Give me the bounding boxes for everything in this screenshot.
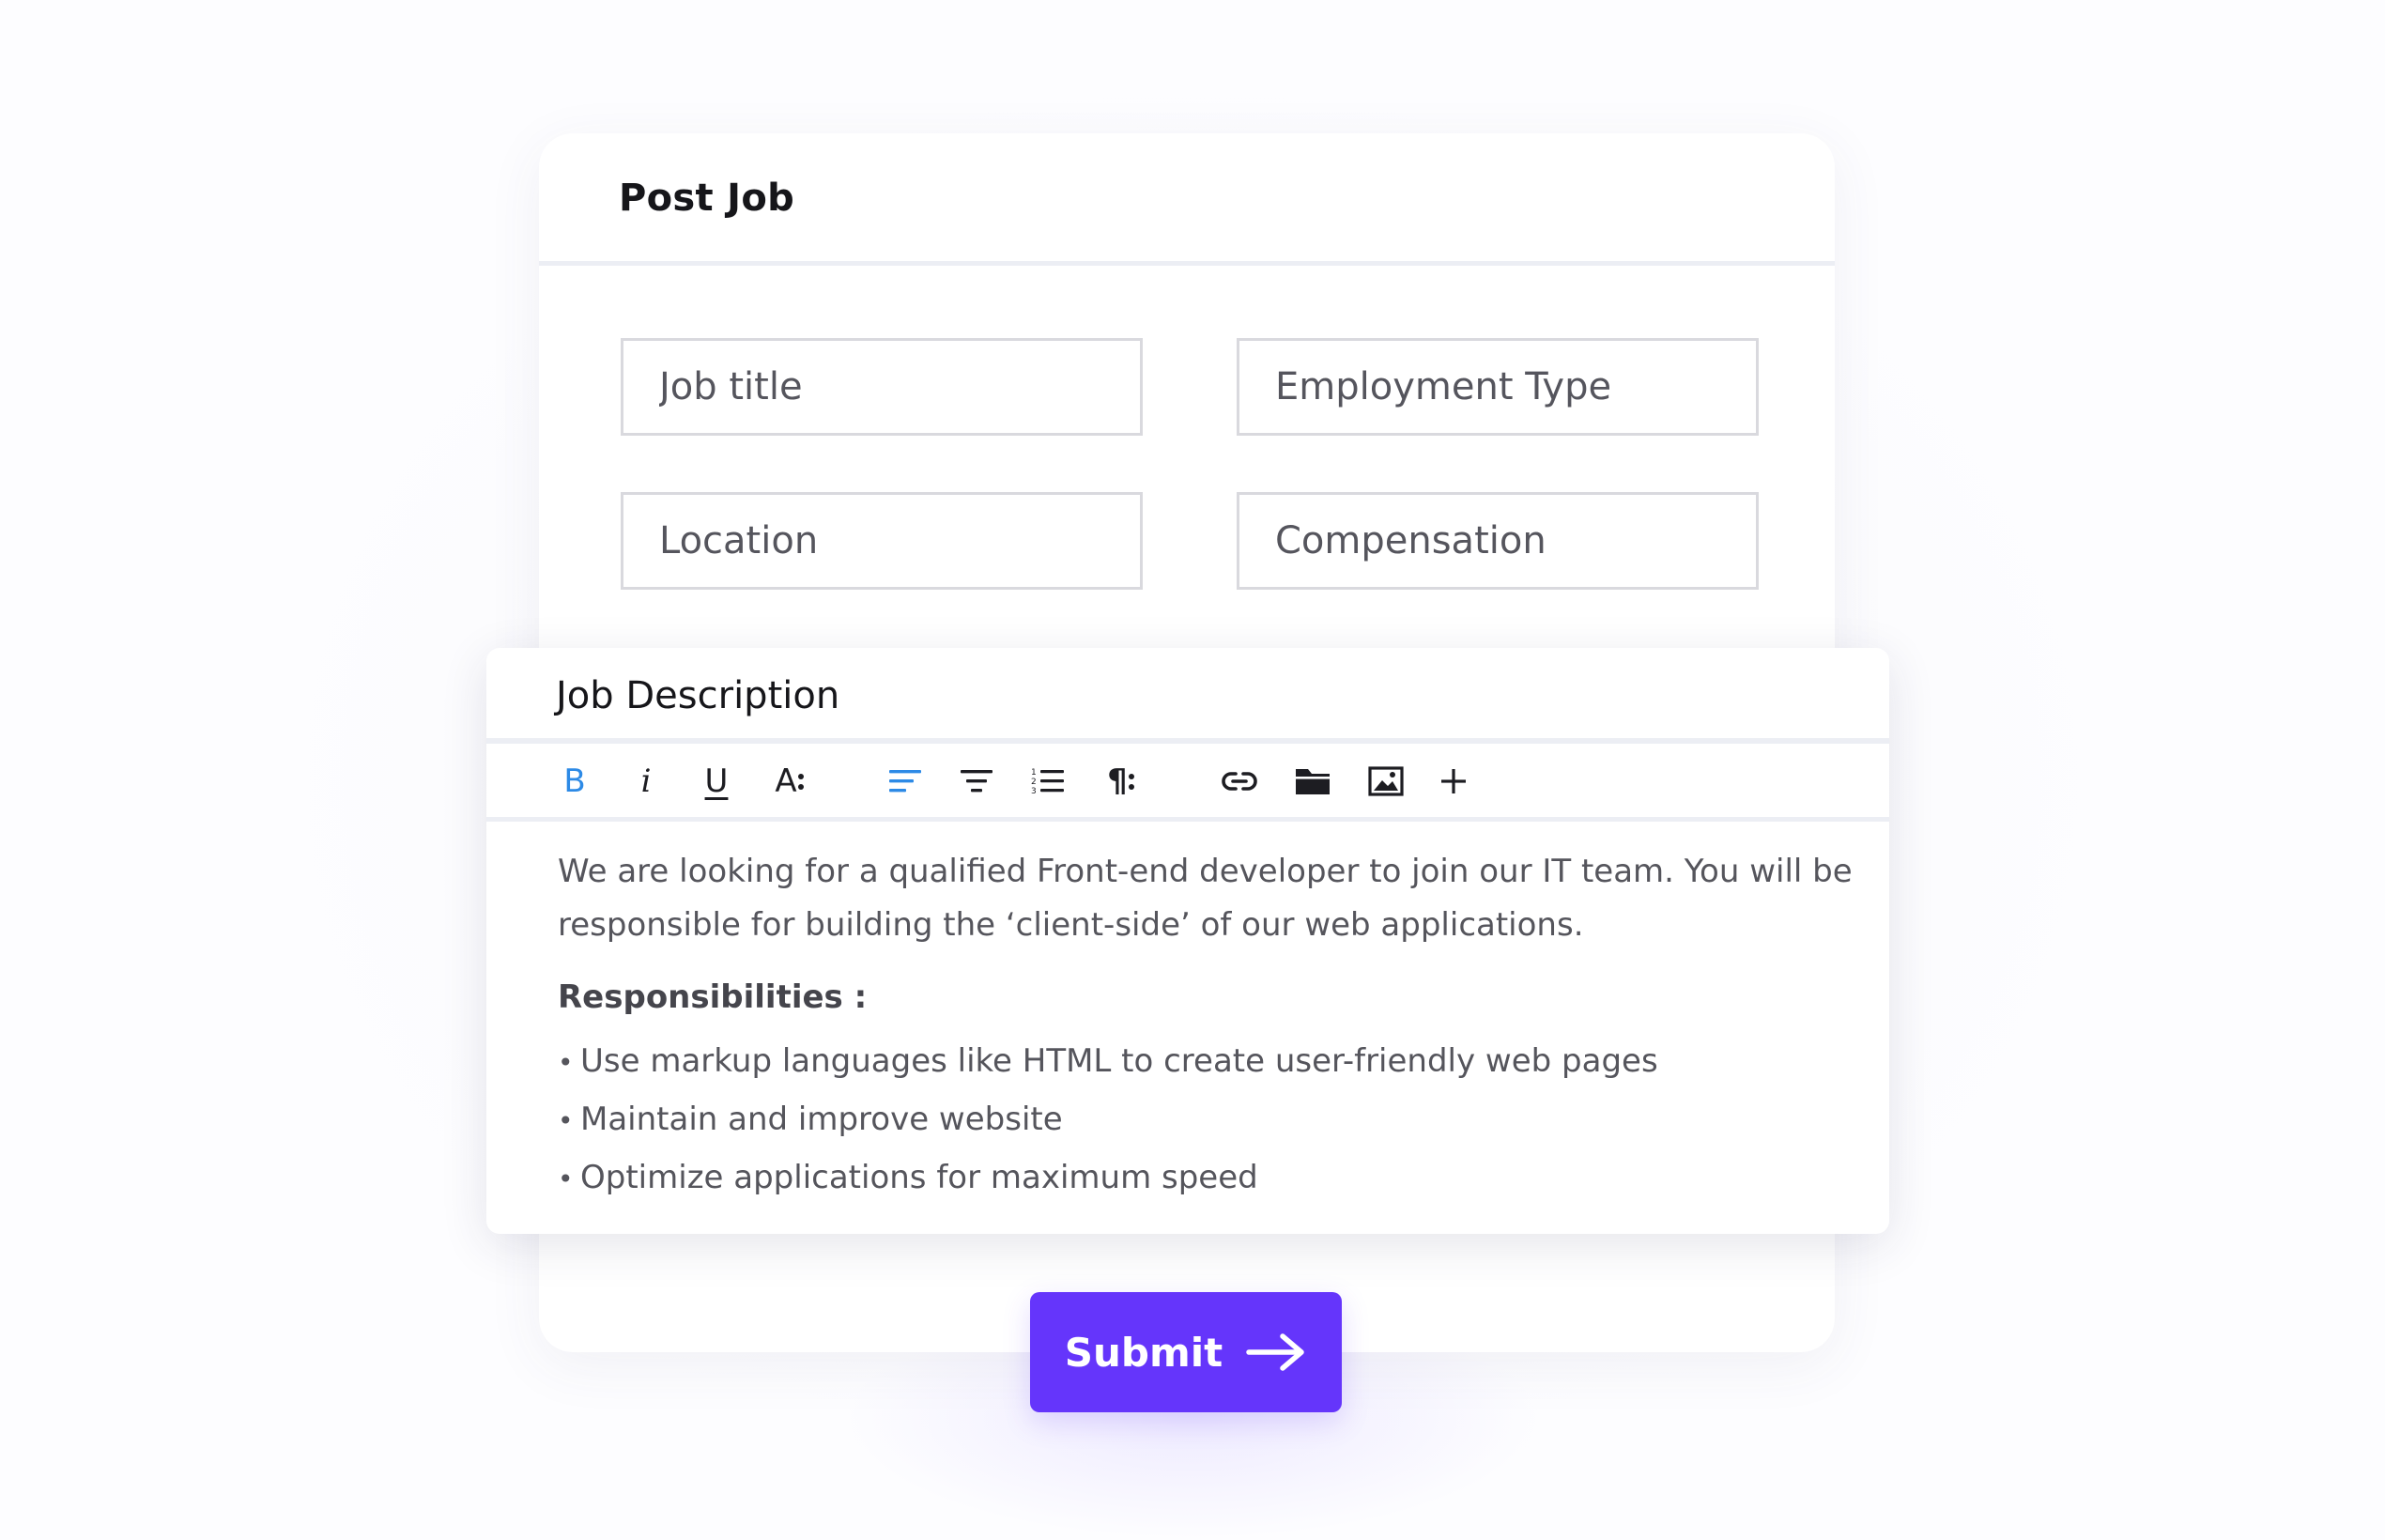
description-editor[interactable]: We are looking for a qualified Front-end… xyxy=(558,845,1854,1208)
employment-type-field xyxy=(1237,338,1759,436)
svg-text:1: 1 xyxy=(1031,768,1037,778)
bullet-dot: • xyxy=(558,1163,574,1194)
location-input[interactable] xyxy=(623,495,1140,587)
more-button[interactable] xyxy=(1435,762,1472,800)
plus-icon xyxy=(1441,769,1466,793)
link-button[interactable] xyxy=(1221,762,1258,800)
italic-button[interactable]: i xyxy=(627,762,665,800)
svg-text:2: 2 xyxy=(1031,778,1037,787)
font-size-icon: A xyxy=(775,762,797,800)
editor-toolbar: B i U A 1 2 3 ¶ xyxy=(486,744,1889,817)
job-description-title: Job Description xyxy=(556,674,840,717)
paragraph-button[interactable]: ¶ xyxy=(1099,762,1144,800)
italic-icon: i xyxy=(640,762,652,800)
compensation-input[interactable] xyxy=(1239,495,1756,587)
employment-type-input[interactable] xyxy=(1239,341,1756,433)
job-title-field xyxy=(621,338,1143,436)
align-center-icon xyxy=(961,770,992,793)
arrow-right-icon xyxy=(1246,1333,1304,1371)
list-item-text: Optimize applications for maximum speed xyxy=(580,1159,1258,1196)
folder-button[interactable] xyxy=(1294,762,1331,800)
toolbar-divider xyxy=(486,817,1889,822)
list-item-text: Maintain and improve website xyxy=(580,1101,1063,1138)
submit-label: Submit xyxy=(1064,1329,1223,1376)
list-item: • Optimize applications for maximum speed xyxy=(558,1149,1854,1208)
job-title-input[interactable] xyxy=(623,341,1140,433)
job-description-card: Job Description B i U A 1 2 3 ¶ We are l… xyxy=(486,648,1889,1234)
image-icon xyxy=(1368,766,1404,796)
location-field xyxy=(621,492,1143,590)
compensation-field xyxy=(1237,492,1759,590)
align-left-button[interactable] xyxy=(886,762,924,800)
align-left-icon xyxy=(889,770,921,793)
font-size-button[interactable]: A xyxy=(767,762,812,800)
paragraph-icon: ¶ xyxy=(1107,762,1128,800)
post-job-title: Post Job xyxy=(619,177,795,220)
submit-button[interactable]: Submit xyxy=(1030,1292,1342,1412)
bold-button[interactable]: B xyxy=(556,762,593,800)
image-button[interactable] xyxy=(1367,762,1405,800)
bullet-dot: • xyxy=(558,1105,574,1136)
folder-icon xyxy=(1296,769,1330,794)
underline-icon: U xyxy=(704,762,729,800)
ordered-list-icon: 1 2 3 xyxy=(1031,768,1064,796)
dropdown-dots xyxy=(797,774,804,790)
align-center-button[interactable] xyxy=(958,762,995,800)
list-item: • Maintain and improve website xyxy=(558,1091,1854,1149)
description-intro: We are looking for a qualified Front-end… xyxy=(558,853,1853,944)
responsibilities-list: • Use markup languages like HTML to creat… xyxy=(558,1033,1854,1208)
header-divider xyxy=(539,261,1835,266)
responsibilities-heading: Responsibilities : xyxy=(558,978,868,1016)
bold-icon: B xyxy=(563,762,586,800)
ordered-list-button[interactable]: 1 2 3 xyxy=(1029,762,1067,800)
bullet-dot: • xyxy=(558,1047,574,1078)
link-icon xyxy=(1222,772,1257,791)
underline-button[interactable]: U xyxy=(698,762,735,800)
paragraph-dropdown-dots xyxy=(1128,774,1134,790)
svg-text:3: 3 xyxy=(1031,787,1037,796)
list-item: • Use markup languages like HTML to creat… xyxy=(558,1033,1854,1091)
list-item-text: Use markup languages like HTML to create… xyxy=(580,1042,1658,1080)
